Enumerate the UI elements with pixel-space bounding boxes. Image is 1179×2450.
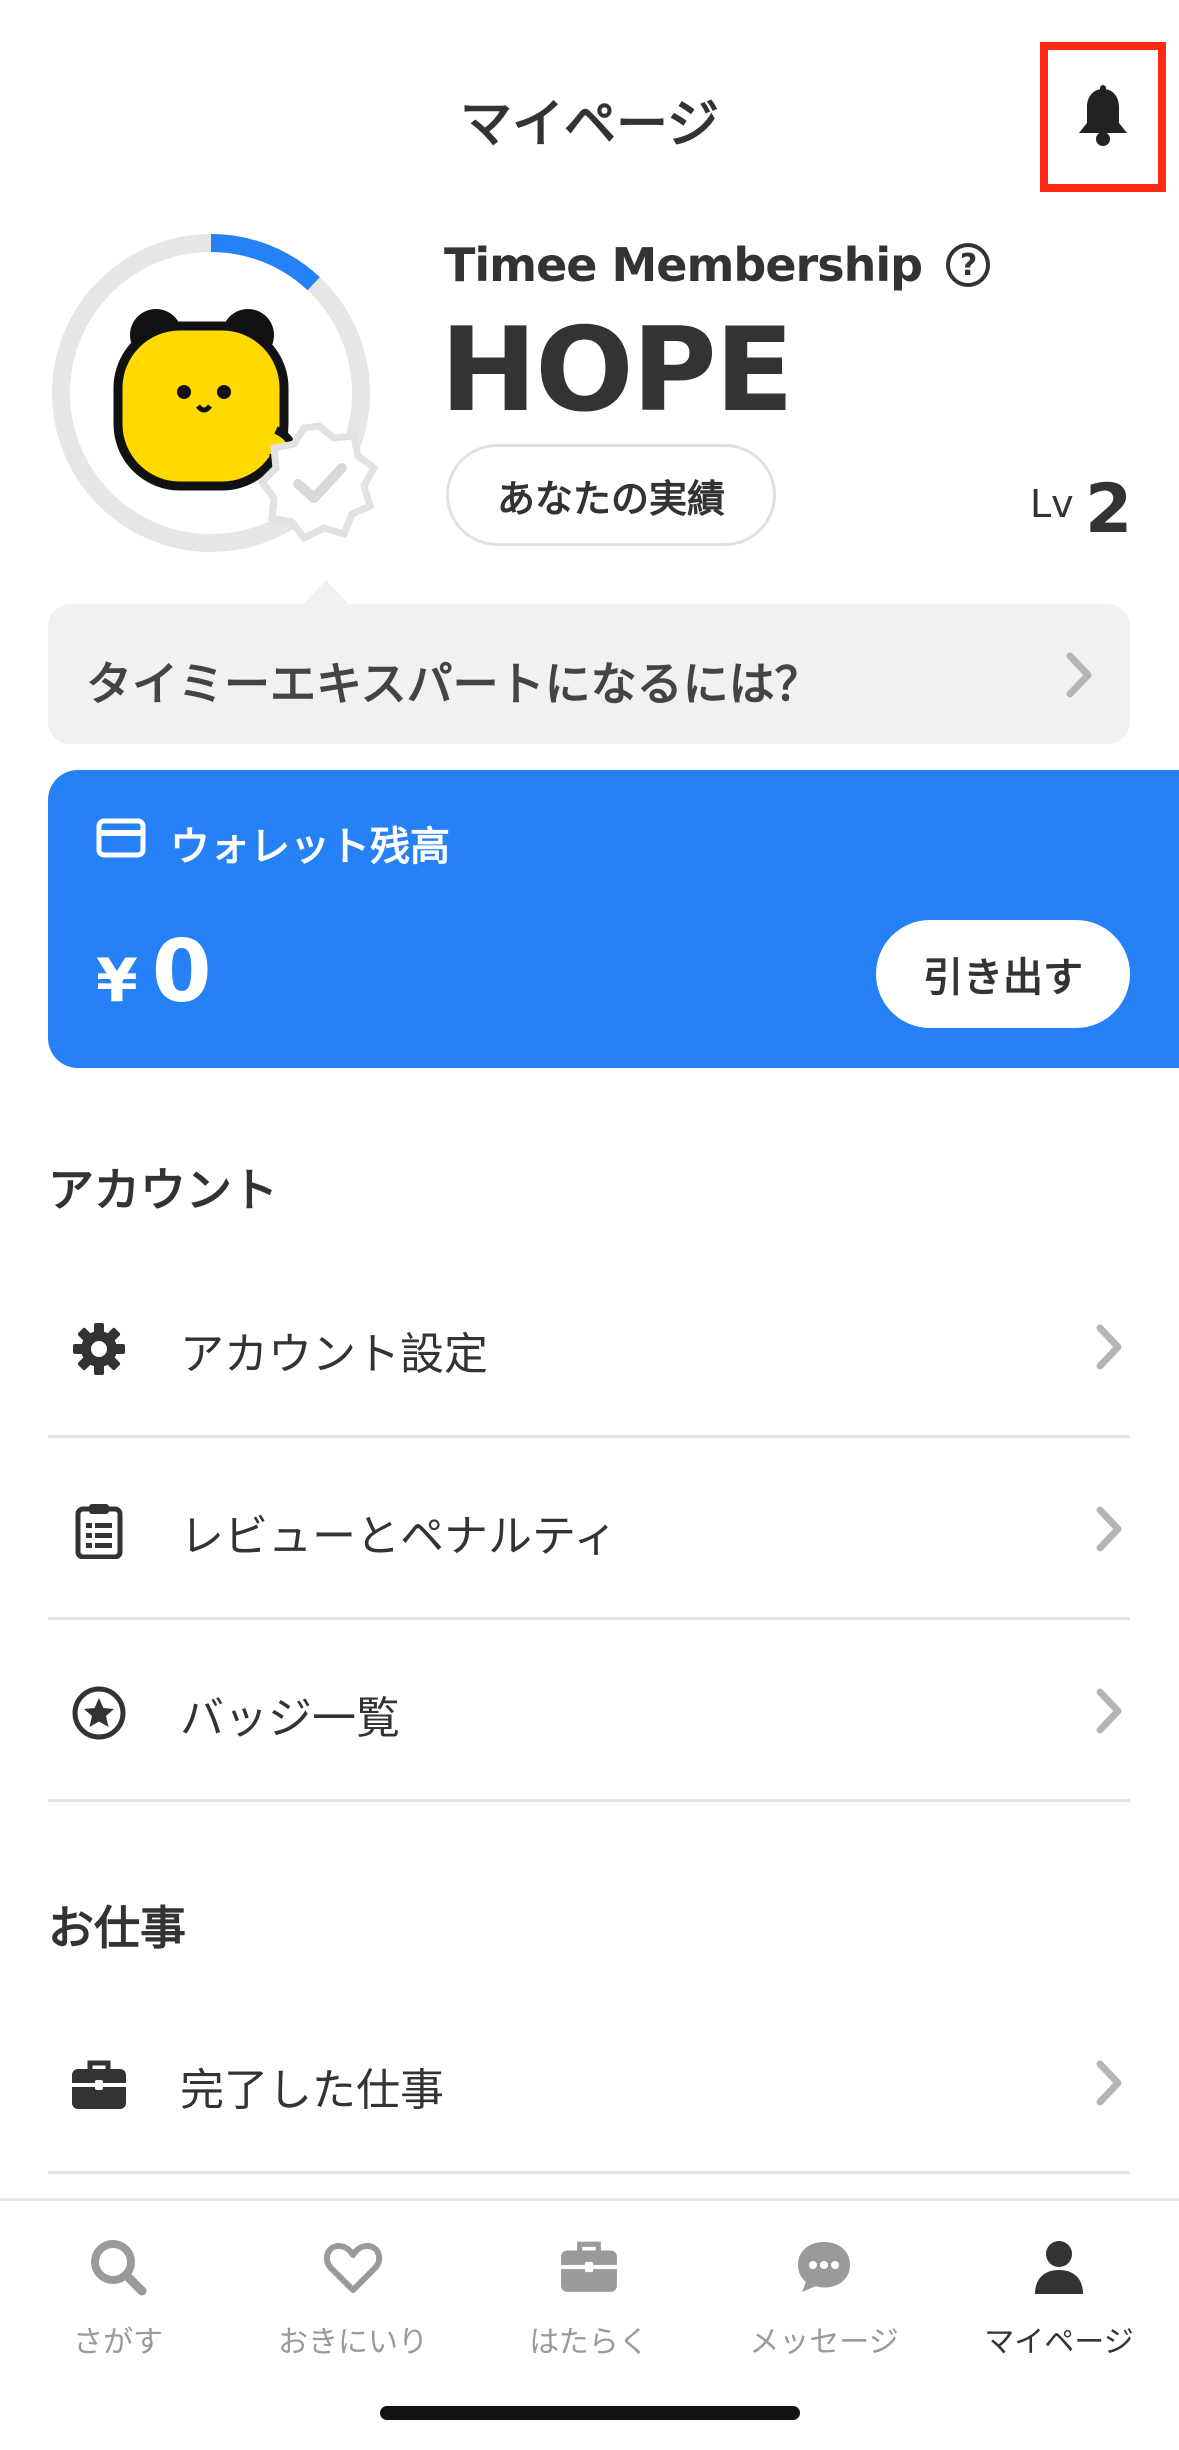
tab-mypage[interactable]: マイページ (959, 2231, 1159, 2361)
badge-list-row[interactable]: バッジ一覧 (48, 1620, 1130, 1802)
wallet-title: ウォレット残高 (170, 824, 450, 870)
level-value: 2 (1085, 470, 1133, 549)
review-penalty-label: レビューとペナルティ (180, 1511, 618, 1562)
chat-icon (798, 2242, 850, 2292)
search-icon (91, 2240, 147, 2296)
chevron-right-icon (1096, 1688, 1122, 1734)
person-icon (1035, 2241, 1083, 2294)
completed-jobs-label: 完了した仕事 (180, 2065, 444, 2116)
tab-favorites[interactable]: おきにいり (253, 2231, 453, 2361)
star-circle-icon (72, 1686, 126, 1740)
achievements-button[interactable]: あなたの実績 (446, 444, 776, 546)
help-glyph: ? (959, 247, 977, 283)
chevron-right-icon (1066, 652, 1092, 698)
tab-work-label: はたらく (529, 2325, 649, 2360)
banner-pointer (302, 580, 350, 606)
chevron-right-icon (1096, 1324, 1122, 1370)
tab-work[interactable]: はたらく (489, 2231, 689, 2361)
briefcase-icon (72, 2060, 126, 2109)
page-title: マイページ (460, 95, 719, 155)
credit-card-icon (96, 818, 146, 858)
tab-messages-label: メッセージ (749, 2325, 899, 2360)
membership-rank: HOPE (440, 303, 794, 438)
verified-badge-icon (257, 422, 379, 543)
work-section-title: お仕事 (48, 1901, 186, 1955)
completed-jobs-row[interactable]: 完了した仕事 (48, 1992, 1130, 2174)
tab-search-label: さがす (73, 2325, 163, 2360)
tab-search[interactable]: さがす (18, 2231, 218, 2361)
clipboard-icon (75, 1504, 123, 1559)
tab-favorites-label: おきにいり (278, 2325, 428, 2360)
heart-icon (323, 2243, 383, 2293)
account-settings-row[interactable]: アカウント設定 (48, 1256, 1130, 1438)
bell-icon (1079, 85, 1127, 146)
level-prefix: Lv (1030, 482, 1074, 526)
membership-label: Timee Membership ? (444, 238, 991, 292)
chevron-right-icon (1096, 1506, 1122, 1552)
notification-button[interactable] (1040, 42, 1166, 192)
wallet-amount: 0 (151, 922, 212, 1022)
account-section-title: アカウント (48, 1163, 278, 1217)
membership-text: Timee Membership (444, 238, 923, 292)
home-indicator (380, 2406, 800, 2420)
question-circle-icon[interactable]: ? (946, 243, 991, 287)
briefcase-icon (561, 2241, 617, 2292)
wallet-balance: ¥0 (96, 922, 212, 1022)
gear-icon (73, 1323, 125, 1375)
chevron-right-icon (1096, 2060, 1122, 2106)
expert-banner-text: タイミーエキスパートになるには？ (86, 657, 821, 711)
withdraw-button[interactable]: 引き出す (876, 920, 1130, 1028)
tab-messages[interactable]: メッセージ (724, 2231, 924, 2361)
tab-mypage-label: マイページ (984, 2325, 1134, 2360)
currency-symbol: ¥ (96, 946, 138, 1016)
account-settings-label: アカウント設定 (180, 1329, 488, 1380)
badge-list-label: バッジ一覧 (180, 1693, 400, 1744)
review-penalty-row[interactable]: レビューとペナルティ (48, 1438, 1130, 1620)
